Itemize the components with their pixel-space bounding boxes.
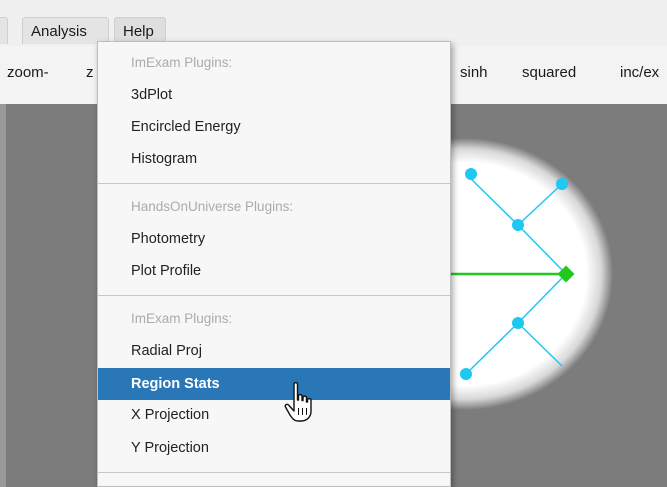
menu-item-photometry[interactable]: Photometry [98,224,450,254]
scale-squared-button[interactable]: squared [522,64,576,81]
scale-sinh-button[interactable]: sinh [460,64,488,81]
scale-incex-button[interactable]: inc/ex [620,64,659,81]
menu-partial-left[interactable] [0,17,8,44]
menu-header-imexam-2: ImExam Plugins: [131,311,233,326]
zoom-out-button[interactable]: zoom- [7,64,49,81]
menu-separator [98,472,450,473]
menu-item-y-projection[interactable]: Y Projection [98,433,450,463]
menubar: Analysis Help [0,0,667,46]
menu-separator [98,295,450,296]
zoom-button-partial[interactable]: z [86,64,94,81]
menu-item-radial-proj[interactable]: Radial Proj [98,336,450,366]
menu-item-x-projection[interactable]: X Projection [98,400,450,430]
menu-header-handsonuniverse: HandsOnUniverse Plugins: [131,199,294,214]
menu-item-encircled-energy[interactable]: Encircled Energy [98,112,450,142]
menu-item-plot-profile[interactable]: Plot Profile [98,256,450,286]
hand-pointer-cursor-icon [284,382,312,422]
menu-item-3dplot[interactable]: 3dPlot [98,80,450,110]
menu-header-imexam: ImExam Plugins: [131,55,233,70]
menu-analysis[interactable]: Analysis [22,17,109,44]
help-dropdown-menu: ImExam Plugins: 3dPlot Encircled Energy … [97,41,451,487]
menu-separator [98,183,450,184]
menu-help[interactable]: Help [114,17,166,44]
menu-item-region-stats[interactable]: Region Stats [98,368,450,400]
menu-item-histogram[interactable]: Histogram [98,144,450,174]
